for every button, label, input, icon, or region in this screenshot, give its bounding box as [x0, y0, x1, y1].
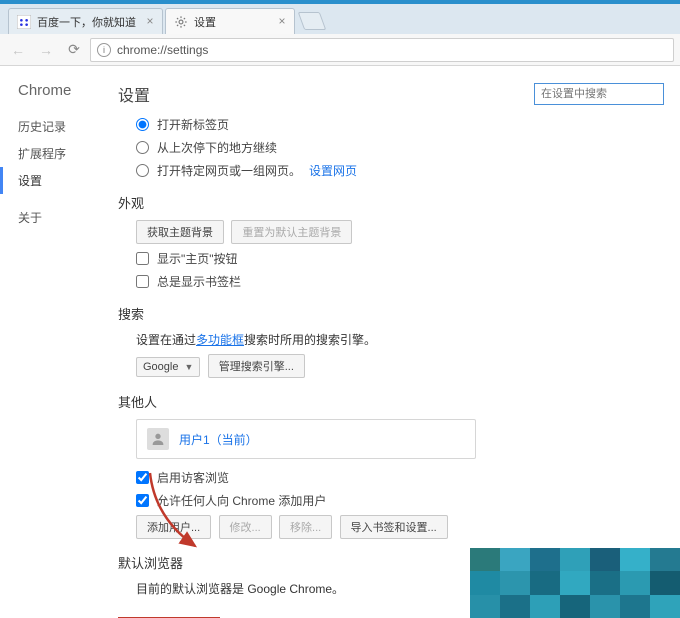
tab-settings[interactable]: 设置 × — [165, 8, 295, 34]
show-home-checkbox[interactable]: 显示"主页"按钮 — [136, 250, 664, 267]
tab-label: 百度一下，你就知道 — [37, 14, 136, 30]
search-description: 设置在通过多功能框搜索时所用的搜索引擎。 — [136, 331, 664, 348]
chevron-down-icon: ▼ — [184, 362, 193, 372]
settings-search-input[interactable] — [534, 83, 664, 105]
section-startup: 打开新标签页 从上次停下的地方继续 打开特定网页或一组网页。 设置网页 — [118, 116, 664, 179]
add-user-button[interactable]: 添加用户... — [136, 515, 211, 539]
close-icon[interactable]: × — [276, 15, 288, 27]
section-people: 其他人 用户1（当前） 启用访客浏览 允许任何人向 Chrome 添加用户 添加… — [118, 392, 664, 539]
main-panel: 设置 打开新标签页 从上次停下的地方继续 打开特定网页或一组网页。 设置网页 外… — [110, 66, 680, 618]
import-bookmarks-button[interactable]: 导入书签和设置... — [340, 515, 448, 539]
address-text: chrome://settings — [117, 43, 208, 57]
obscured-region — [470, 548, 680, 618]
search-heading: 搜索 — [118, 304, 664, 323]
reload-button[interactable]: ⟳ — [62, 38, 86, 62]
current-user-box[interactable]: 用户1（当前） — [136, 419, 476, 459]
tab-baidu[interactable]: 百度一下，你就知道 × — [8, 8, 163, 34]
people-heading: 其他人 — [118, 392, 664, 411]
sidebar-item-settings[interactable]: 设置 — [0, 167, 110, 194]
appearance-heading: 外观 — [118, 193, 664, 212]
manage-search-engines-button[interactable]: 管理搜索引擎... — [208, 354, 305, 378]
show-bookmarks-checkbox[interactable]: 总是显示书签栏 — [136, 273, 664, 290]
section-appearance: 外观 获取主题背景 重置为默认主题背景 显示"主页"按钮 总是显示书签栏 — [118, 193, 664, 290]
new-tab-button[interactable] — [298, 12, 327, 30]
guest-browsing-checkbox[interactable]: 启用访客浏览 — [136, 469, 664, 486]
tab-label: 设置 — [194, 14, 216, 30]
baidu-favicon — [17, 15, 31, 29]
address-bar[interactable]: i chrome://settings — [90, 38, 674, 62]
toolbar: ← → ⟳ i chrome://settings — [0, 34, 680, 66]
sidebar-item-about[interactable]: 关于 — [18, 204, 110, 231]
sidebar: Chrome 历史记录 扩展程序 设置 关于 — [0, 66, 110, 618]
avatar-icon — [147, 428, 169, 450]
gear-icon — [174, 15, 188, 29]
section-search: 搜索 设置在通过多功能框搜索时所用的搜索引擎。 Google▼ 管理搜索引擎..… — [118, 304, 664, 378]
page-title: 设置 — [118, 82, 664, 106]
tab-strip: 百度一下，你就知道 × 设置 × — [0, 4, 680, 34]
back-button[interactable]: ← — [6, 38, 30, 62]
set-pages-link[interactable]: 设置网页 — [309, 162, 357, 179]
startup-newtab-radio[interactable]: 打开新标签页 — [136, 116, 664, 133]
allow-add-user-checkbox[interactable]: 允许任何人向 Chrome 添加用户 — [136, 492, 664, 509]
close-icon[interactable]: × — [144, 15, 156, 27]
username-label: 用户1（当前） — [179, 431, 258, 448]
edit-user-button: 修改... — [219, 515, 272, 539]
sidebar-item-history[interactable]: 历史记录 — [18, 113, 110, 140]
omnibox-link[interactable]: 多功能框 — [196, 333, 244, 347]
reset-theme-button: 重置为默认主题背景 — [231, 220, 352, 244]
startup-continue-radio[interactable]: 从上次停下的地方继续 — [136, 139, 664, 156]
sidebar-item-extensions[interactable]: 扩展程序 — [18, 140, 110, 167]
search-engine-select[interactable]: Google▼ — [136, 357, 200, 377]
startup-specific-radio[interactable]: 打开特定网页或一组网页。 设置网页 — [136, 162, 664, 179]
get-theme-button[interactable]: 获取主题背景 — [136, 220, 224, 244]
forward-button[interactable]: → — [34, 38, 58, 62]
info-icon[interactable]: i — [97, 43, 111, 57]
brand-label: Chrome — [18, 82, 110, 99]
remove-user-button: 移除... — [279, 515, 332, 539]
